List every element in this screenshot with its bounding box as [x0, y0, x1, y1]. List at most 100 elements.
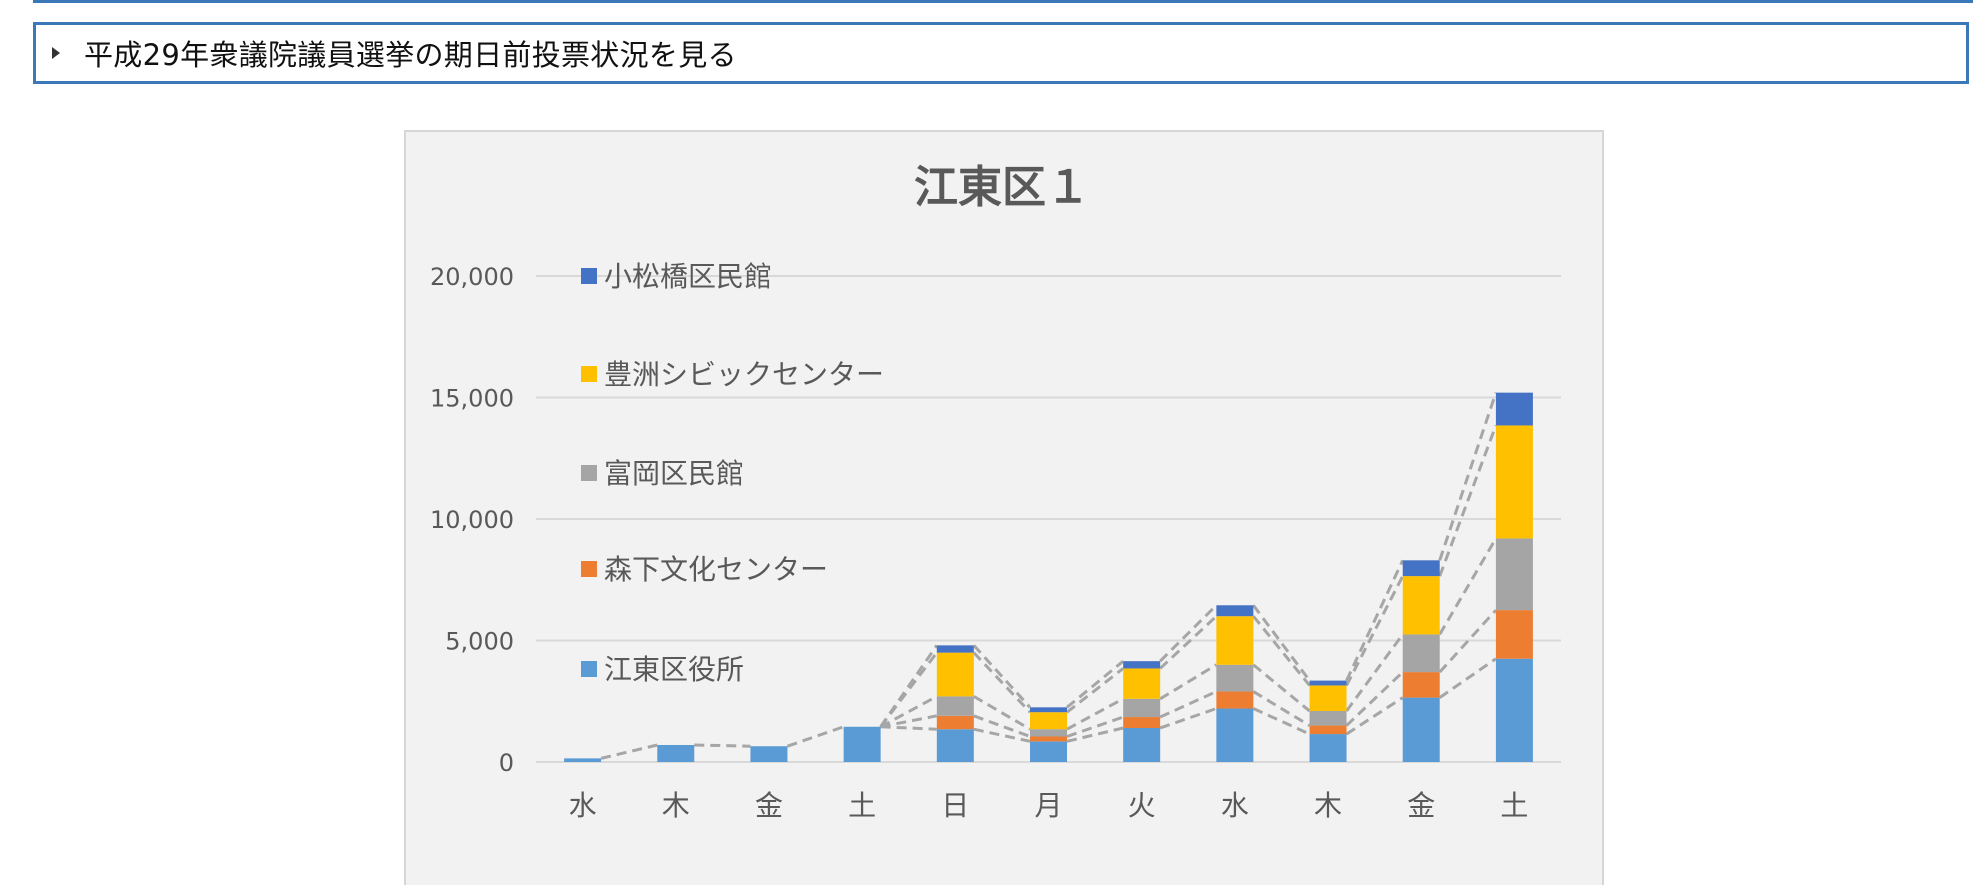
legend-label: 小松橋区民館	[604, 260, 772, 293]
top-rule	[33, 0, 1973, 3]
x-tick-label: 水	[569, 789, 597, 822]
x-tick-label: 金	[1407, 789, 1435, 822]
chart-area: 江東区１ 0 5,000 10,000 15,000 20,000 水 木 金 土 日 月 火 水 木 金 土…	[404, 130, 1604, 885]
series-connector-line	[879, 644, 939, 728]
legend-swatch	[581, 465, 597, 481]
y-tick-label: 10,000	[430, 506, 514, 534]
bar-segment	[1123, 698, 1161, 718]
bar-segment	[564, 758, 602, 762]
series-connector-line	[600, 743, 658, 760]
legend-label: 豊洲シビックセンター	[604, 358, 884, 391]
series-connector-line	[972, 644, 1032, 709]
x-tick-label: 金	[755, 789, 783, 822]
series-connector-line	[786, 725, 845, 748]
series-connector-line	[1066, 715, 1124, 738]
x-tick-label: 木	[1314, 789, 1342, 822]
legend-swatch	[581, 561, 597, 577]
bar-segment	[1309, 710, 1347, 726]
series-connector-line	[1252, 604, 1311, 682]
legend-swatch	[581, 268, 597, 284]
bar-segment	[936, 729, 974, 762]
bar-segment	[1402, 634, 1440, 673]
legend-label: 江東区役所	[604, 653, 744, 686]
bar-segment	[1309, 685, 1347, 711]
legend-label: 富岡区民館	[604, 457, 744, 490]
series-connector-line	[972, 651, 1032, 714]
x-tick-label: 火	[1128, 789, 1156, 822]
x-tick-label: 水	[1221, 789, 1249, 822]
series-connector-line	[973, 714, 1031, 738]
bar-segment	[1123, 727, 1161, 762]
y-tick-label: 20,000	[430, 263, 514, 291]
bar-segment	[1216, 664, 1254, 692]
bar-segment	[1309, 734, 1347, 762]
series-connector-line	[880, 725, 937, 731]
bar-segment	[936, 645, 974, 653]
x-tick-label: 日	[941, 789, 969, 822]
bar-segment	[1030, 729, 1067, 737]
x-tick-label: 土	[1500, 789, 1528, 822]
series-connector-line	[1438, 424, 1498, 577]
bar-segment	[1123, 668, 1161, 699]
series-connector-line	[1066, 667, 1125, 714]
bar-segment	[1216, 605, 1254, 617]
bar-segment	[1216, 616, 1254, 665]
triangle-right-icon	[52, 47, 60, 59]
stacked-bar-chart: 江東区１ 0 5,000 10,000 15,000 20,000 水 木 金 土 日 月 火 水 木 金 土…	[430, 162, 1561, 822]
early-voting-accordion-toggle[interactable]: 平成29年衆議院議員選挙の期日前投票状況を見る	[33, 22, 1969, 84]
bar-segment	[1402, 697, 1440, 762]
bar-segment	[1123, 717, 1161, 728]
bar-segment	[936, 652, 974, 697]
legend-label: 森下文化センター	[604, 553, 828, 586]
bar-segment	[1123, 661, 1161, 669]
bar-segment	[1309, 725, 1347, 735]
series-connector-line	[1345, 696, 1404, 736]
series-connector-line	[1438, 657, 1497, 699]
bar-segment	[750, 746, 788, 762]
y-tick-label: 0	[499, 749, 514, 777]
bar-segment	[1495, 658, 1533, 762]
x-tick-label: 土	[848, 789, 876, 822]
bar-segment	[1030, 712, 1067, 730]
bar-segment	[1495, 610, 1533, 659]
legend-swatch	[581, 366, 597, 382]
bar-segment	[1216, 708, 1254, 762]
bar-segment	[1216, 691, 1254, 709]
series-connector-line	[1159, 707, 1217, 730]
bar-segment	[1402, 672, 1440, 698]
x-tick-label: 木	[662, 789, 690, 822]
bar-segment	[1495, 538, 1533, 611]
series-connector-line	[1345, 575, 1405, 687]
series-connector-line	[880, 714, 938, 729]
bar-segment	[1030, 736, 1067, 742]
series-connector-line	[1066, 659, 1125, 709]
bar-segment	[1495, 425, 1533, 539]
bar-segment	[1309, 680, 1347, 686]
bar-segment	[1030, 707, 1067, 713]
series-connector-line	[1252, 690, 1311, 727]
series-connector-line	[1252, 615, 1311, 687]
legend-swatch	[581, 661, 597, 677]
bar-segment	[1495, 392, 1533, 426]
series-connector-line	[973, 727, 1031, 743]
series-connector-line	[1159, 604, 1218, 663]
series-connector-line	[879, 695, 938, 729]
accordion-label: 平成29年衆議院議員選挙の期日前投票状況を見る	[84, 38, 737, 72]
bar-segment	[843, 726, 881, 762]
series-connector-line	[1345, 559, 1405, 682]
series-connector-line	[1159, 615, 1218, 670]
bar-segment	[1402, 560, 1440, 577]
bar-segment	[936, 715, 974, 730]
bar-segment	[1030, 741, 1067, 762]
x-tick-label: 月	[1034, 789, 1062, 822]
chart-title: 江東区１	[914, 162, 1090, 213]
series-connector-line	[879, 651, 939, 728]
y-tick-label: 15,000	[430, 385, 514, 413]
series-connector-line	[1438, 392, 1498, 561]
series-connector-line	[694, 743, 751, 748]
y-tick-label: 5,000	[445, 628, 514, 656]
bar-segment	[1402, 576, 1440, 635]
bar-segment	[657, 744, 695, 762]
bar-segment	[936, 696, 974, 716]
series-connector-line	[1066, 697, 1124, 731]
